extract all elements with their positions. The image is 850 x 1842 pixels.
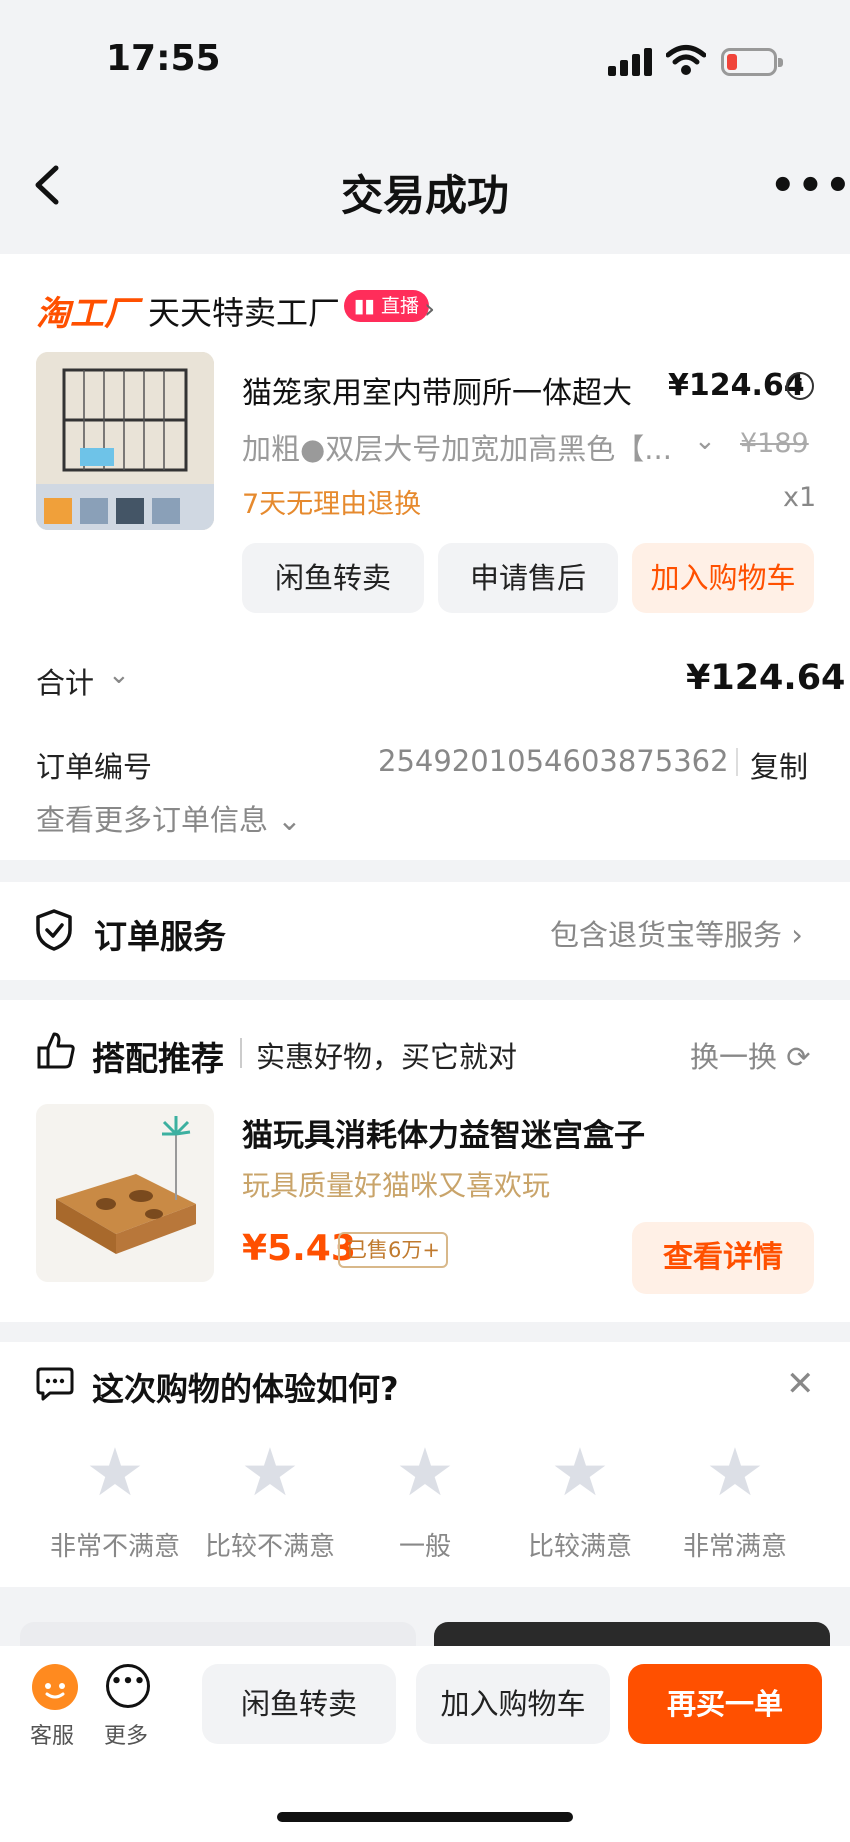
star-icon: ★: [240, 1434, 300, 1511]
refresh-icon: ⟳: [786, 1040, 811, 1074]
rating-label: 非常满意: [682, 1532, 787, 1562]
battery-icon: [721, 48, 783, 76]
chevron-down-icon[interactable]: ⌄: [108, 660, 130, 690]
product-price: ¥124.64: [668, 368, 805, 403]
rating-label: 一般: [398, 1532, 451, 1562]
customer-service-icon[interactable]: [32, 1664, 78, 1710]
info-icon[interactable]: i: [786, 372, 814, 400]
rating-label: 比较满意: [527, 1532, 632, 1562]
view-details-button[interactable]: 查看详情: [632, 1222, 814, 1294]
thumbs-up-icon: [37, 1032, 75, 1069]
product-image[interactable]: [36, 352, 214, 530]
rating-option-1[interactable]: ★ 非常不满意: [40, 1438, 190, 1563]
chevron-right-icon[interactable]: ›: [424, 292, 435, 325]
product-title[interactable]: 猫笼家用室内带厕所一体超大: [242, 368, 632, 412]
return-policy: 7天无理由退换: [242, 489, 422, 520]
add-to-cart-button[interactable]: 加入购物车: [632, 543, 814, 613]
service-desc-link[interactable]: 包含退货宝等服务 ›: [550, 912, 803, 954]
original-price: ¥189: [740, 428, 809, 459]
resell-button[interactable]: 闲鱼转卖: [242, 543, 424, 613]
total-price: ¥124.64: [686, 658, 846, 698]
recommend-item-tag: 玩具质量好猫咪又喜欢玩: [242, 1169, 551, 1202]
more-icon[interactable]: •••: [106, 1664, 150, 1708]
rating-label: 非常不满意: [49, 1532, 180, 1562]
service-title: 订单服务: [94, 917, 226, 956]
resell-button[interactable]: 闲鱼转卖: [202, 1664, 396, 1744]
recommend-title: 搭配推荐: [92, 1039, 224, 1078]
copy-button[interactable]: 复制: [750, 744, 808, 786]
recommend-item-name[interactable]: 猫玩具消耗体力益智迷宫盒子: [242, 1110, 645, 1155]
rating-option-3[interactable]: ★ 一般: [350, 1438, 500, 1563]
service-desc: 包含退货宝等服务: [550, 918, 783, 952]
star-icon: ★: [705, 1434, 765, 1511]
recommend-subtitle: 实惠好物，买它就对: [256, 1040, 518, 1074]
star-icon: ★: [550, 1434, 610, 1511]
star-icon: ★: [395, 1434, 455, 1511]
more-order-info-label: 查看更多订单信息: [36, 803, 269, 837]
order-number: 2549201054603875362: [378, 744, 729, 778]
chat-bubble-icon: [36, 1367, 74, 1401]
more-label[interactable]: 更多: [104, 1718, 148, 1750]
page-title: 交易成功: [340, 171, 509, 220]
shop-name[interactable]: 天天特卖工厂: [148, 288, 340, 334]
cellular-signal-icon: [608, 48, 654, 76]
add-to-cart-button[interactable]: 加入购物车: [416, 1664, 610, 1744]
chevron-down-icon[interactable]: ⌄: [694, 426, 716, 456]
refresh-button[interactable]: 换一换 ⟳: [690, 1034, 811, 1076]
rating-option-2[interactable]: ★ 比较不满意: [195, 1438, 345, 1563]
more-options-icon[interactable]: •••: [770, 166, 850, 206]
divider: [240, 1038, 242, 1068]
shop-logo[interactable]: 淘工厂: [36, 286, 138, 335]
sold-count-badge: 已售6万+: [338, 1232, 448, 1268]
live-badge[interactable]: ▮▮ 直播: [344, 290, 429, 322]
rating-option-5[interactable]: ★ 非常满意: [660, 1438, 810, 1563]
close-icon[interactable]: ✕: [786, 1364, 815, 1404]
refresh-label: 换一换: [690, 1040, 778, 1074]
customer-service-label[interactable]: 客服: [30, 1718, 74, 1750]
shield-check-icon: [36, 909, 72, 951]
rating-label: 比较不满意: [204, 1532, 335, 1562]
product-spec[interactable]: 加粗●双层大号加宽加高黑色【...: [242, 426, 672, 468]
more-order-info-link[interactable]: 查看更多订单信息 ⌄: [36, 797, 302, 839]
divider: [736, 748, 738, 776]
chevron-right-icon: ›: [791, 918, 803, 952]
wifi-icon: [666, 45, 706, 75]
after-sale-button[interactable]: 申请售后: [438, 543, 618, 613]
live-badge-label: 直播: [380, 295, 419, 317]
status-time: 17:55: [106, 38, 221, 79]
total-label[interactable]: 合计: [36, 660, 94, 702]
product-quantity: x1: [783, 482, 817, 513]
star-icon: ★: [85, 1434, 145, 1511]
buy-again-button[interactable]: 再买一单: [628, 1664, 822, 1744]
recommend-item-image[interactable]: [36, 1104, 214, 1282]
rating-option-4[interactable]: ★ 比较满意: [505, 1438, 655, 1563]
chevron-down-icon: ⌄: [277, 803, 302, 837]
home-indicator: [277, 1812, 573, 1822]
order-number-label: 订单编号: [36, 750, 153, 784]
survey-title: 这次购物的体验如何?: [92, 1370, 399, 1408]
